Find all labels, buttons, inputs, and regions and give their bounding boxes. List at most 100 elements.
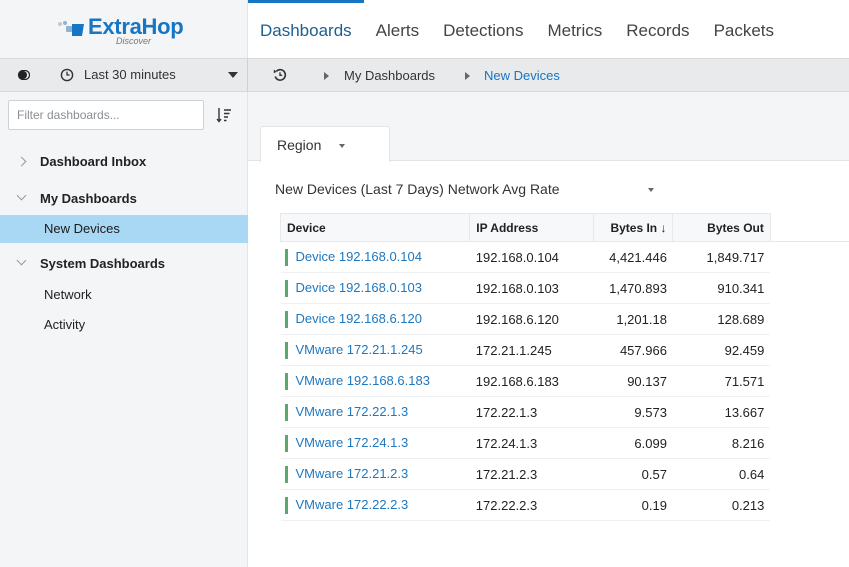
ip-address-cell: 192.168.0.104 xyxy=(469,241,594,273)
bytes-out-cell: 910.341 xyxy=(672,272,771,304)
table-header-row: Device IP Address Bytes In ↓ Bytes Out xyxy=(279,213,849,242)
top-navigation-bar: ExtraHop Discover Dashboards Alerts Dete… xyxy=(0,0,849,58)
ip-address-cell: 192.168.0.103 xyxy=(469,272,594,304)
spacer-cell xyxy=(770,490,849,521)
device-cell: VMware 192.168.6.183 xyxy=(280,365,470,397)
sidebar-item-label: Activity xyxy=(44,317,86,332)
tab-alerts[interactable]: Alerts xyxy=(364,0,431,58)
toolbar: Last 30 minutes My Dashboards New Device… xyxy=(0,58,849,92)
tab-dashboards[interactable]: Dashboards xyxy=(248,0,364,58)
device-cell: VMware 172.22.2.3 xyxy=(280,489,470,521)
device-link[interactable]: VMware 172.21.1.245 xyxy=(296,343,423,358)
device-link[interactable]: VMware 172.22.2.3 xyxy=(296,498,409,513)
brand-subtitle: Discover xyxy=(116,36,152,46)
column-header-bytes-out[interactable]: Bytes Out xyxy=(672,213,771,242)
tab-detections[interactable]: Detections xyxy=(431,0,535,58)
device-cell: Device 192.168.0.103 xyxy=(280,272,470,304)
chevron-down-icon xyxy=(16,255,27,266)
device-link[interactable]: Device 192.168.0.104 xyxy=(296,250,422,265)
bytes-out-cell: 13.667 xyxy=(672,396,771,428)
device-link[interactable]: Device 192.168.0.103 xyxy=(296,281,422,296)
tab-packets[interactable]: Packets xyxy=(702,0,786,58)
sidebar-item-label: Network xyxy=(44,287,92,302)
device-link[interactable]: VMware 172.24.1.3 xyxy=(296,436,409,451)
device-cell: VMware 172.21.1.245 xyxy=(280,334,470,366)
extrahop-app: ExtraHop Discover Dashboards Alerts Dete… xyxy=(0,0,849,567)
sidebar-folder-dashboard-inbox[interactable]: Dashboard Inbox xyxy=(0,148,248,176)
row-color-bar xyxy=(284,310,288,328)
chevron-down-icon xyxy=(16,190,27,201)
sidebar-item-label: My Dashboards xyxy=(40,191,137,206)
sidebar-item-activity[interactable]: Activity xyxy=(0,311,248,339)
spacer-cell xyxy=(770,335,849,366)
sidebar-item-new-devices[interactable]: New Devices xyxy=(0,215,248,243)
bytes-in-cell: 4,421.446 xyxy=(593,241,673,273)
device-cell: VMware 172.22.1.3 xyxy=(280,396,470,428)
device-link[interactable]: VMware 172.21.2.3 xyxy=(296,467,409,482)
chevron-down-icon xyxy=(339,144,345,148)
ip-address-cell: 172.22.2.3 xyxy=(469,489,594,521)
table-body: Device 192.168.0.104 192.168.0.104 4,421.4… xyxy=(280,241,849,521)
table-row[interactable]: Device 192.168.0.104 192.168.0.104 4,421.4… xyxy=(280,241,849,273)
extrahop-logo[interactable]: ExtraHop Discover xyxy=(56,12,216,48)
bytes-out-cell: 0.64 xyxy=(672,458,771,490)
row-color-bar xyxy=(284,341,288,359)
device-link[interactable]: Device 192.168.6.120 xyxy=(296,312,422,327)
spacer-cell xyxy=(770,428,849,459)
region-tab-bar: Region xyxy=(248,92,849,162)
time-selector[interactable]: Last 30 minutes xyxy=(0,59,248,91)
breadcrumb-arrow-icon xyxy=(324,72,329,80)
widget-title[interactable]: New Devices (Last 7 Days) Network Avg Ra… xyxy=(275,181,560,197)
history-icon[interactable] xyxy=(272,67,288,83)
breadcrumb-new-devices[interactable]: New Devices xyxy=(484,68,560,83)
sidebar-item-label: Dashboard Inbox xyxy=(40,154,147,169)
table-row[interactable]: VMware 192.168.6.183 192.168.6.183 90.137 7… xyxy=(280,365,849,397)
table-row[interactable]: VMware 172.22.2.3 172.22.2.3 0.19 0.213 xyxy=(280,489,849,521)
sort-icon[interactable] xyxy=(216,107,232,123)
chevron-down-icon[interactable] xyxy=(648,188,654,192)
filter-dashboards-input[interactable] xyxy=(8,100,204,130)
dashboard-sidebar: Dashboard Inbox My Dashboards New Device… xyxy=(0,92,248,567)
sidebar-folder-my-dashboards[interactable]: My Dashboards xyxy=(0,185,248,213)
table-row[interactable]: VMware 172.21.1.245 172.21.1.245 457.966 92… xyxy=(280,334,849,366)
row-color-bar xyxy=(284,279,288,297)
spacer-cell xyxy=(770,242,849,273)
logo-area: ExtraHop Discover xyxy=(0,0,248,58)
sidebar-folder-system-dashboards[interactable]: System Dashboards xyxy=(0,250,248,278)
tab-records[interactable]: Records xyxy=(614,0,701,58)
spacer-cell xyxy=(770,304,849,335)
region-tab[interactable]: Region xyxy=(260,126,390,162)
table-row[interactable]: VMware 172.22.1.3 172.22.1.3 9.573 13.667 xyxy=(280,396,849,428)
bytes-in-cell: 6.099 xyxy=(593,427,673,459)
bytes-out-cell: 8.216 xyxy=(672,427,771,459)
chevron-right-icon xyxy=(16,156,27,167)
table-row[interactable]: VMware 172.24.1.3 172.24.1.3 6.099 8.216 xyxy=(280,427,849,459)
device-link[interactable]: VMware 172.22.1.3 xyxy=(296,405,409,420)
sidebar-item-label: System Dashboards xyxy=(40,256,165,271)
bytes-in-cell: 457.966 xyxy=(593,334,673,366)
ip-address-cell: 192.168.6.120 xyxy=(469,303,594,335)
device-cell: Device 192.168.0.104 xyxy=(280,241,470,273)
sidebar-toggle-icon[interactable] xyxy=(18,70,30,80)
bytes-in-cell: 0.57 xyxy=(593,458,673,490)
table-row[interactable]: Device 192.168.0.103 192.168.0.103 1,470.8… xyxy=(280,272,849,304)
tab-metrics[interactable]: Metrics xyxy=(535,0,614,58)
bytes-out-cell: 92.459 xyxy=(672,334,771,366)
device-link[interactable]: VMware 192.168.6.183 xyxy=(296,374,430,389)
clock-icon xyxy=(60,68,74,82)
bytes-in-cell: 90.137 xyxy=(593,365,673,397)
table-row[interactable]: Device 192.168.6.120 192.168.6.120 1,201.1… xyxy=(280,303,849,335)
row-color-bar xyxy=(284,372,288,390)
table-row[interactable]: VMware 172.21.2.3 172.21.2.3 0.57 0.64 xyxy=(280,458,849,490)
dashboard-content: Region New Devices (Last 7 Days) Network… xyxy=(248,92,849,567)
column-header-ip-address[interactable]: IP Address xyxy=(469,213,594,242)
bytes-in-cell: 9.573 xyxy=(593,396,673,428)
logo-mark-icon xyxy=(58,21,84,36)
column-header-device[interactable]: Device xyxy=(279,213,471,242)
sidebar-item-network[interactable]: Network xyxy=(0,281,248,309)
row-color-bar xyxy=(284,465,288,483)
row-color-bar xyxy=(284,496,288,514)
breadcrumb-my-dashboards[interactable]: My Dashboards xyxy=(344,68,435,83)
ip-address-cell: 172.22.1.3 xyxy=(469,396,594,428)
column-header-bytes-in[interactable]: Bytes In ↓ xyxy=(592,213,674,242)
